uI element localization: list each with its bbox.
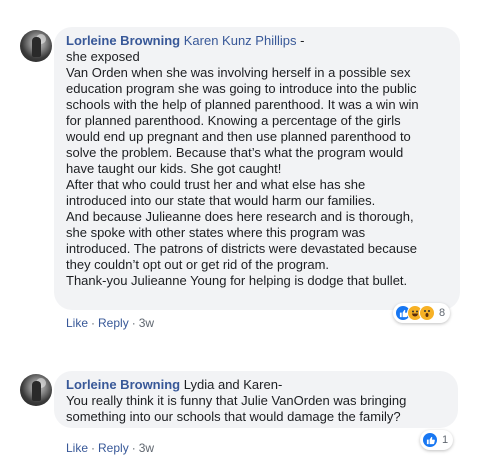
comment-author[interactable]: Lorleine Browning [66,377,180,392]
mention-suffix: - [296,33,305,48]
reaction-count: 8 [439,307,446,319]
comment-actions: Like · Reply · 3w [66,316,155,330]
wow-icon [419,305,435,321]
comment-text-line: something into our schools that would da… [66,409,401,424]
comment-text-line: introduced into our state that would har… [66,193,376,208]
comment-text-line: You really think it is funny that Julie … [66,393,407,408]
like-button[interactable]: Like [66,441,88,455]
reaction-count: 1 [442,434,449,446]
comment-timestamp[interactable]: 3w [139,441,154,455]
comment-text-line: for planned parenthood. Knowing a percen… [66,113,401,128]
like-button[interactable]: Like [66,316,88,330]
comment-text-line: solve the problem. Because that’s what t… [66,145,404,160]
comment-text-line: schools with the help of planned parenth… [66,97,419,112]
like-icon [422,432,438,448]
comment-text-line: she exposed [66,49,140,64]
reactions-summary[interactable]: 1 [420,430,454,450]
comment-text-line: they couldn’t opt out or get rid of the … [66,257,330,272]
comment-text-line: And because Julieanne does here research… [66,209,414,224]
reply-button[interactable]: Reply [98,316,129,330]
reactions-summary[interactable]: 8 [393,303,451,323]
comment-author[interactable]: Lorleine Browning [66,33,180,48]
avatar[interactable] [20,30,52,62]
comment-text-line: introduced. The patrons of districts wer… [66,241,417,256]
comment-text-line: Lydia and Karen- [183,377,283,392]
comment-bubble: Lorleine Browning Lydia and Karen- You r… [54,371,458,428]
comment-text-line: education program she was going to intro… [66,81,417,96]
comment-bubble: Lorleine Browning Karen Kunz Phillips - … [54,27,460,310]
comment-text-line: have taught our kids. She got caught! [66,161,282,176]
comment-text-line: Van Orden when she was involving herself… [66,65,411,80]
comment-text-line: After that who could trust her and what … [66,177,366,192]
avatar[interactable] [20,374,52,406]
comment-timestamp[interactable]: 3w [139,316,154,330]
comment-actions: Like · Reply · 3w [66,441,155,455]
comment-text-line: she spoke with other states where this p… [66,225,366,240]
comment-text-line: would end up pregnant and then use plann… [66,129,411,144]
comment-text-line: Thank-you Julieanne Young for helping is… [66,273,408,288]
comment-mention[interactable]: Karen Kunz Phillips [184,33,297,48]
reply-button[interactable]: Reply [98,441,129,455]
